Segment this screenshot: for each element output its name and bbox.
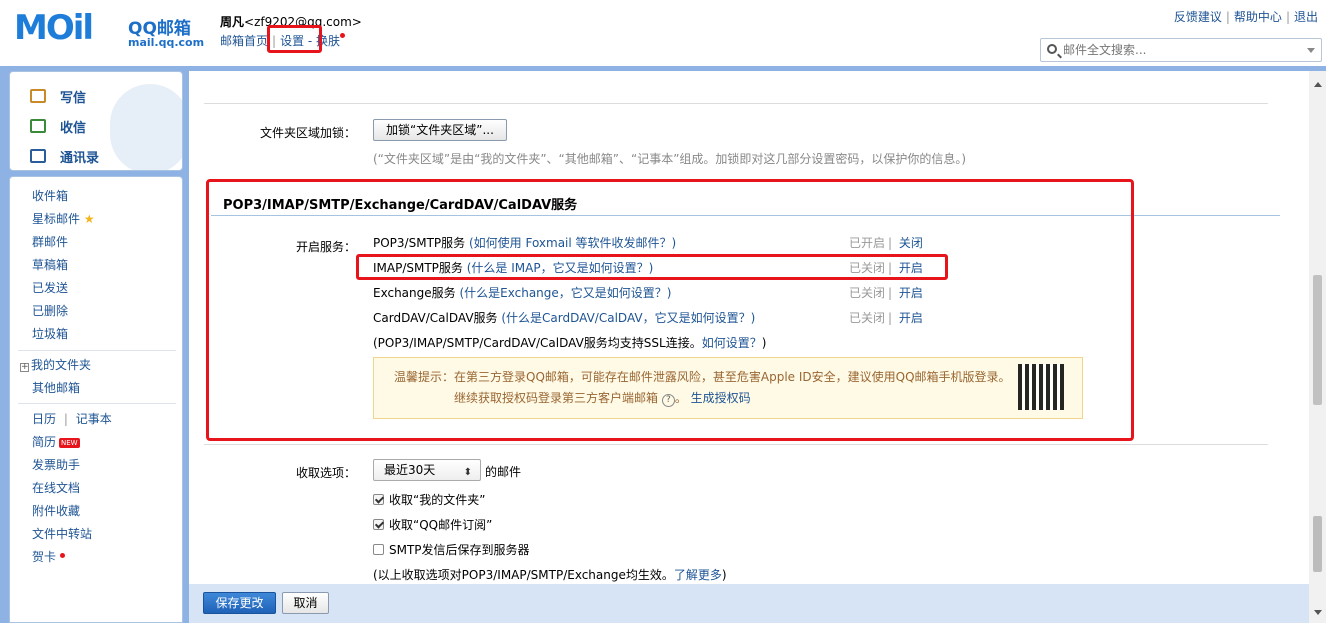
header: MOil QQ邮箱 mail.qq.com 周凡<zf9202@qq.com> … bbox=[0, 0, 1326, 66]
option-label: 收取“我的文件夹” bbox=[389, 493, 486, 507]
feedback-link[interactable]: 反馈建议 bbox=[1174, 10, 1222, 24]
sidebar-nav: 收件箱 星标邮件 ★ 群邮件 草稿箱 已发送 已删除 垃圾箱 + 我的文件夹 其他… bbox=[9, 176, 183, 623]
sidebar-item-docs[interactable]: 在线文档 bbox=[32, 479, 80, 496]
settings-panel: 文件夹区域加锁： 加锁“文件夹区域”... (“文件夹区域”是由“我的文件夹”、… bbox=[189, 71, 1309, 584]
sidebar-item-inbox[interactable]: 收件箱 bbox=[32, 187, 68, 204]
receive-note-text: (以上收取选项对POP3/IMAP/SMTP/Exchange均生效。 bbox=[373, 568, 674, 582]
quick-actions: 写信 收信 通讯录 bbox=[9, 71, 183, 171]
sidebar-item-starred[interactable]: 星标邮件 ★ bbox=[32, 210, 95, 227]
lock-folder-button[interactable]: 加锁“文件夹区域”... bbox=[373, 119, 507, 141]
right-links: 反馈建议 | 帮助中心 | 退出 bbox=[1173, 10, 1318, 24]
penguin-decoration bbox=[110, 84, 182, 170]
sidebar-item-calendar-notes: 日历 | 记事本 bbox=[32, 412, 112, 426]
button-bar: 保存更改 取消 bbox=[189, 584, 1309, 623]
scroll-thumb-secondary[interactable] bbox=[1313, 516, 1322, 572]
sidebar-item-myfolders[interactable]: + 我的文件夹 bbox=[20, 356, 91, 373]
settings-highlight-box bbox=[267, 25, 322, 53]
option-myfolders[interactable]: 收取“我的文件夹” bbox=[373, 491, 485, 508]
myfolders-label: 我的文件夹 bbox=[31, 358, 92, 372]
services-highlight-box bbox=[206, 179, 1134, 441]
sidebar-item-attachments[interactable]: 附件收藏 bbox=[32, 502, 80, 519]
vertical-scrollbar[interactable] bbox=[1309, 71, 1326, 623]
cards-dot bbox=[59, 553, 65, 558]
compose-button[interactable]: 写信 bbox=[30, 87, 87, 106]
resume-label: 简历 bbox=[32, 435, 57, 449]
contacts-icon bbox=[30, 149, 46, 163]
compose-icon bbox=[30, 89, 46, 103]
imap-highlight-box bbox=[356, 254, 948, 280]
cards-label: 贺卡 bbox=[32, 550, 57, 564]
select-arrow-icon: ⬍ bbox=[463, 467, 472, 478]
star-icon: ★ bbox=[83, 212, 95, 226]
save-sent-checkbox[interactable] bbox=[373, 544, 384, 555]
contacts-label: 通讯录 bbox=[60, 151, 100, 166]
calendar-link[interactable]: 日历 bbox=[32, 412, 56, 426]
receive-label: 收信 bbox=[60, 121, 87, 136]
sidebar-item-sent[interactable]: 已发送 bbox=[32, 279, 68, 296]
search-input[interactable] bbox=[1063, 42, 1293, 58]
logo-mail-text: MOil bbox=[14, 8, 94, 48]
mail-home-link[interactable]: 邮箱首页 bbox=[220, 34, 268, 48]
sidebar-item-resume[interactable]: 简历 NEW bbox=[32, 433, 80, 450]
learn-more-link[interactable]: 了解更多 bbox=[674, 568, 722, 582]
sidebar-item-deleted[interactable]: 已删除 bbox=[32, 302, 68, 319]
divider bbox=[204, 103, 1268, 104]
sidebar-item-cards[interactable]: 贺卡 bbox=[32, 548, 65, 565]
subscriptions-checkbox[interactable] bbox=[373, 519, 384, 530]
receive-suffix: 的邮件 bbox=[485, 465, 522, 479]
sidebar-item-drafts[interactable]: 草稿箱 bbox=[32, 256, 68, 273]
option-save-sent[interactable]: SMTP发信后保存到服务器 bbox=[373, 541, 530, 558]
starred-label: 星标邮件 bbox=[32, 212, 81, 226]
save-button[interactable]: 保存更改 bbox=[203, 592, 276, 614]
receive-note: (以上收取选项对POP3/IMAP/SMTP/Exchange均生效。了解更多) bbox=[373, 566, 727, 583]
skin-dot bbox=[340, 33, 346, 38]
option-label: 收取“QQ邮件订阅” bbox=[389, 518, 493, 532]
sidebar-item-spam[interactable]: 垃圾箱 bbox=[32, 325, 68, 342]
scroll-thumb[interactable] bbox=[1313, 275, 1322, 405]
nav-divider bbox=[18, 403, 176, 404]
sidebar-item-othermail[interactable]: 其他邮箱 bbox=[32, 379, 80, 396]
myfolders-checkbox[interactable] bbox=[373, 494, 384, 505]
help-link[interactable]: 帮助中心 bbox=[1234, 10, 1282, 24]
receive-note-close: ) bbox=[721, 568, 727, 582]
logo-domain: mail.qq.com bbox=[128, 36, 205, 49]
folder-lock-desc: (“文件夹区域”是由“我的文件夹”、“其他邮箱”、“记事本”组成。加锁即对这几部… bbox=[373, 152, 967, 166]
notes-link[interactable]: 记事本 bbox=[76, 412, 112, 426]
receive-range-select[interactable]: 最近30天 ⬍ bbox=[373, 459, 481, 481]
expand-icon[interactable]: + bbox=[20, 363, 29, 372]
logout-link[interactable]: 退出 bbox=[1294, 10, 1318, 24]
option-label: SMTP发信后保存到服务器 bbox=[389, 543, 530, 557]
receive-options-label: 收取选项： bbox=[295, 466, 356, 480]
receive-range-value: 最近30天 bbox=[384, 463, 436, 477]
search-dropdown-icon[interactable] bbox=[1307, 48, 1315, 53]
scroll-up-icon[interactable] bbox=[1314, 82, 1322, 87]
user-name: 周凡 bbox=[220, 15, 245, 29]
app-frame: 写信 收信 通讯录 收件箱 星标邮件 ★ 群邮件 草稿箱 已发送 已删除 垃圾箱… bbox=[0, 66, 1326, 623]
sidebar-item-group[interactable]: 群邮件 bbox=[32, 233, 68, 250]
contacts-button[interactable]: 通讯录 bbox=[30, 147, 100, 166]
new-badge: NEW bbox=[59, 437, 80, 448]
folder-lock-label: 文件夹区域加锁： bbox=[259, 126, 356, 140]
nav-divider bbox=[18, 350, 176, 351]
search-icon[interactable] bbox=[1047, 44, 1057, 54]
sidebar-item-transfer[interactable]: 文件中转站 bbox=[32, 525, 92, 542]
option-subscriptions[interactable]: 收取“QQ邮件订阅” bbox=[373, 516, 492, 533]
scroll-down-icon[interactable] bbox=[1314, 610, 1322, 615]
receive-icon bbox=[30, 119, 46, 133]
qqmail-logo[interactable]: MOil QQ邮箱 mail.qq.com bbox=[14, 8, 205, 52]
divider bbox=[204, 444, 1268, 445]
cancel-button[interactable]: 取消 bbox=[282, 592, 329, 614]
search-box[interactable] bbox=[1040, 38, 1322, 62]
sidebar-item-invoice[interactable]: 发票助手 bbox=[32, 456, 80, 473]
receive-button[interactable]: 收信 bbox=[30, 117, 87, 136]
compose-label: 写信 bbox=[60, 91, 87, 106]
